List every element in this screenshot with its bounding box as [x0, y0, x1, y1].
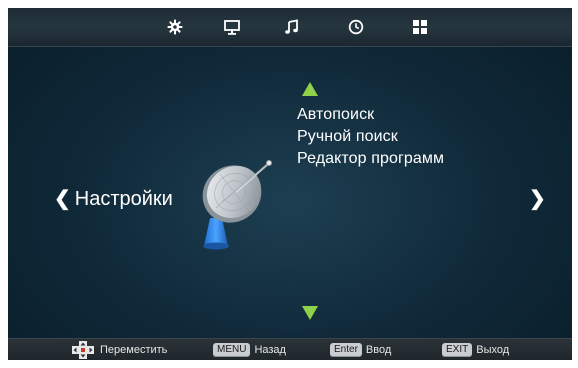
- menu-item-manual-search[interactable]: Ручной поиск: [297, 126, 444, 148]
- clock-icon: [348, 19, 364, 35]
- category-bar: [8, 8, 572, 47]
- chevron-right-icon[interactable]: ❯: [529, 186, 546, 211]
- enter-key[interactable]: Enter: [330, 343, 362, 357]
- scroll-up-arrow-icon[interactable]: [302, 82, 318, 96]
- tab-sound[interactable]: [280, 16, 304, 38]
- gear-icon: [167, 19, 183, 35]
- scroll-down-arrow-icon[interactable]: [302, 306, 318, 320]
- hint-exit-label: Выход: [476, 344, 510, 356]
- hint-exit: EXIT Выход: [442, 341, 509, 359]
- section-prev-nav[interactable]: ❮ Настройки: [54, 186, 173, 211]
- monitor-icon: [224, 19, 240, 35]
- menu-item-program-editor[interactable]: Редактор программ: [297, 148, 444, 170]
- section-title: Настройки: [74, 188, 173, 210]
- key-hint-bar: Переместить MENU Назад Enter Ввод EXIT В…: [8, 338, 572, 360]
- tab-options[interactable]: [408, 16, 432, 38]
- dpad-icon: [72, 341, 94, 359]
- hint-move-label: Переместить: [100, 344, 168, 356]
- exit-key[interactable]: EXIT: [442, 343, 473, 357]
- tab-time[interactable]: [344, 16, 368, 38]
- satellite-dish-icon: [202, 159, 273, 250]
- chevron-left-icon: ❮: [54, 188, 71, 210]
- hint-enter-label: Ввод: [365, 344, 392, 356]
- hint-back: MENU Назад: [213, 341, 286, 359]
- settings-menu-list: Автопоиск Ручной поиск Редактор программ: [297, 104, 444, 170]
- menu-key[interactable]: MENU: [213, 343, 251, 357]
- tab-picture[interactable]: [220, 16, 244, 38]
- hint-back-label: Назад: [254, 344, 286, 356]
- grid-icon: [413, 20, 427, 34]
- menu-item-auto-search[interactable]: Автопоиск: [297, 104, 444, 126]
- tv-menu-screen: Автопоиск Ручной поиск Редактор программ…: [8, 8, 572, 360]
- hint-move: Переместить: [72, 341, 167, 359]
- hint-enter: Enter Ввод: [330, 341, 391, 359]
- music-note-icon: [285, 19, 298, 34]
- tab-settings[interactable]: [163, 16, 187, 38]
